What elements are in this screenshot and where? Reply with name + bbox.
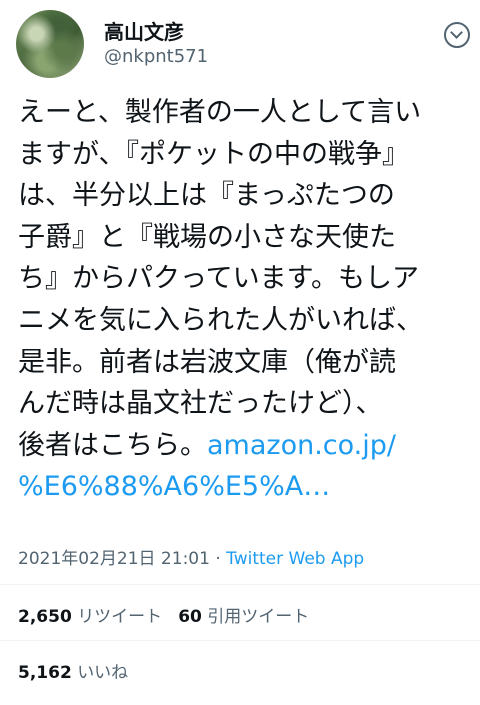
tweet-line: は、半分以上は『まっぷたつの — [18, 180, 395, 212]
retweets-count: 2,650 — [18, 607, 72, 627]
amazon-link-continued[interactable]: %E6%88%A6%E5%A… — [18, 466, 470, 508]
chevron-down-icon — [450, 26, 463, 39]
avatar[interactable] — [16, 10, 84, 78]
retweet-stats: 2,650 リツイート 60 引用ツイート — [18, 602, 309, 627]
tweet-line-text: 後者はこちら。 — [18, 429, 207, 461]
likes-count: 5,162 — [18, 663, 72, 683]
tweet-line: えーと、製作者の一人として言い — [18, 97, 422, 128]
author-display-name[interactable]: 高山文彦 — [104, 16, 184, 45]
quotes-count: 60 — [178, 607, 202, 627]
timestamp[interactable]: 2021年02月21日 21:01 — [18, 549, 210, 569]
tweet-line: んだ時は晶文社だったけど）、 — [18, 388, 383, 420]
amazon-link[interactable]: amazon.co.jp/ — [207, 430, 396, 461]
tweet-line: 後者はこちら。amazon.co.jp/ — [18, 425, 470, 467]
author-handle[interactable]: @nkpnt571 — [104, 46, 208, 67]
quotes-link[interactable]: 60 引用ツイート — [178, 607, 309, 627]
likes-label: いいね — [77, 663, 129, 683]
tweet-line: 是非。前者は岩波文庫（俺が読 — [18, 346, 396, 378]
tweet-line: ますが、『ポケットの中の戦争』 — [18, 138, 409, 170]
tweet-line: 子爵』と『戦場の小さな天使た — [18, 221, 396, 253]
divider — [0, 584, 480, 585]
meta-separator: · — [215, 549, 221, 569]
source-link[interactable]: Twitter Web App — [226, 549, 364, 569]
more-options-button[interactable] — [444, 22, 470, 48]
retweets-link[interactable]: 2,650 リツイート — [18, 607, 162, 627]
tweet-meta: 2021年02月21日 21:01 · Twitter Web App — [18, 544, 364, 569]
tweet-text: えーと、製作者の一人として言い ますが、『ポケットの中の戦争』 は、半分以上は『… — [18, 92, 470, 508]
retweets-label: リツイート — [77, 607, 163, 627]
quotes-label: 引用ツイート — [207, 607, 310, 627]
divider — [0, 640, 480, 641]
tweet-line: ち』からパクっています。もしア — [18, 263, 419, 295]
likes-link[interactable]: 5,162 いいね — [18, 663, 128, 683]
likes-stats: 5,162 いいね — [18, 658, 128, 683]
tweet-line: ニメを気に入られた人がいれば、 — [18, 304, 423, 336]
